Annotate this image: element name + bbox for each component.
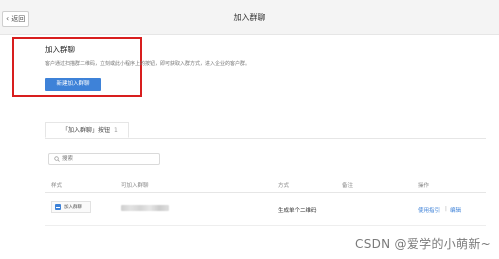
- search-box[interactable]: [48, 153, 160, 165]
- action-separator: |: [445, 206, 447, 212]
- tab-join-group-button[interactable]: 「加入群聊」按钮 1: [45, 122, 129, 138]
- column-groups: 可加入群聊: [121, 183, 149, 189]
- page-title: 加入群聊: [233, 13, 266, 22]
- watermark: CSDN @爱学的小萌新~: [355, 237, 491, 251]
- card-description: 客户通过扫描群二维码，立刻或此小程序上的按钮，即可获取入群方式，进入企业的客户群…: [45, 61, 251, 67]
- style-thumbnail-label: 加入群聊: [64, 205, 82, 210]
- card-title: 加入群聊: [45, 45, 75, 54]
- create-join-group-button[interactable]: 新建加入群聊: [45, 78, 101, 91]
- column-actions: 操作: [418, 183, 430, 189]
- usage-guide-link[interactable]: 使用指引: [418, 206, 440, 214]
- table-row: 加入群聊 生成单个二维码 使用指引 | 编辑: [45, 192, 486, 226]
- tab-strip: 「加入群聊」按钮 1: [45, 122, 486, 139]
- table-header: 样式 可加入群聊 方式 备注 操作: [45, 176, 486, 193]
- row-method: 生成单个二维码: [278, 208, 317, 214]
- column-method: 方式: [278, 183, 290, 189]
- group-chat-icon: [55, 204, 61, 210]
- column-note: 备注: [342, 183, 354, 189]
- tab-count: 1: [114, 127, 118, 134]
- blurred-group-name: [121, 205, 169, 211]
- column-style: 样式: [51, 183, 63, 189]
- edit-link[interactable]: 编辑: [450, 206, 461, 214]
- style-thumbnail: 加入群聊: [51, 201, 91, 213]
- search-icon: [54, 156, 60, 162]
- search-input[interactable]: [62, 154, 156, 164]
- top-bar: ‹ 返回 加入群聊: [0, 0, 499, 35]
- tab-label: 「加入群聊」按钮: [62, 127, 111, 134]
